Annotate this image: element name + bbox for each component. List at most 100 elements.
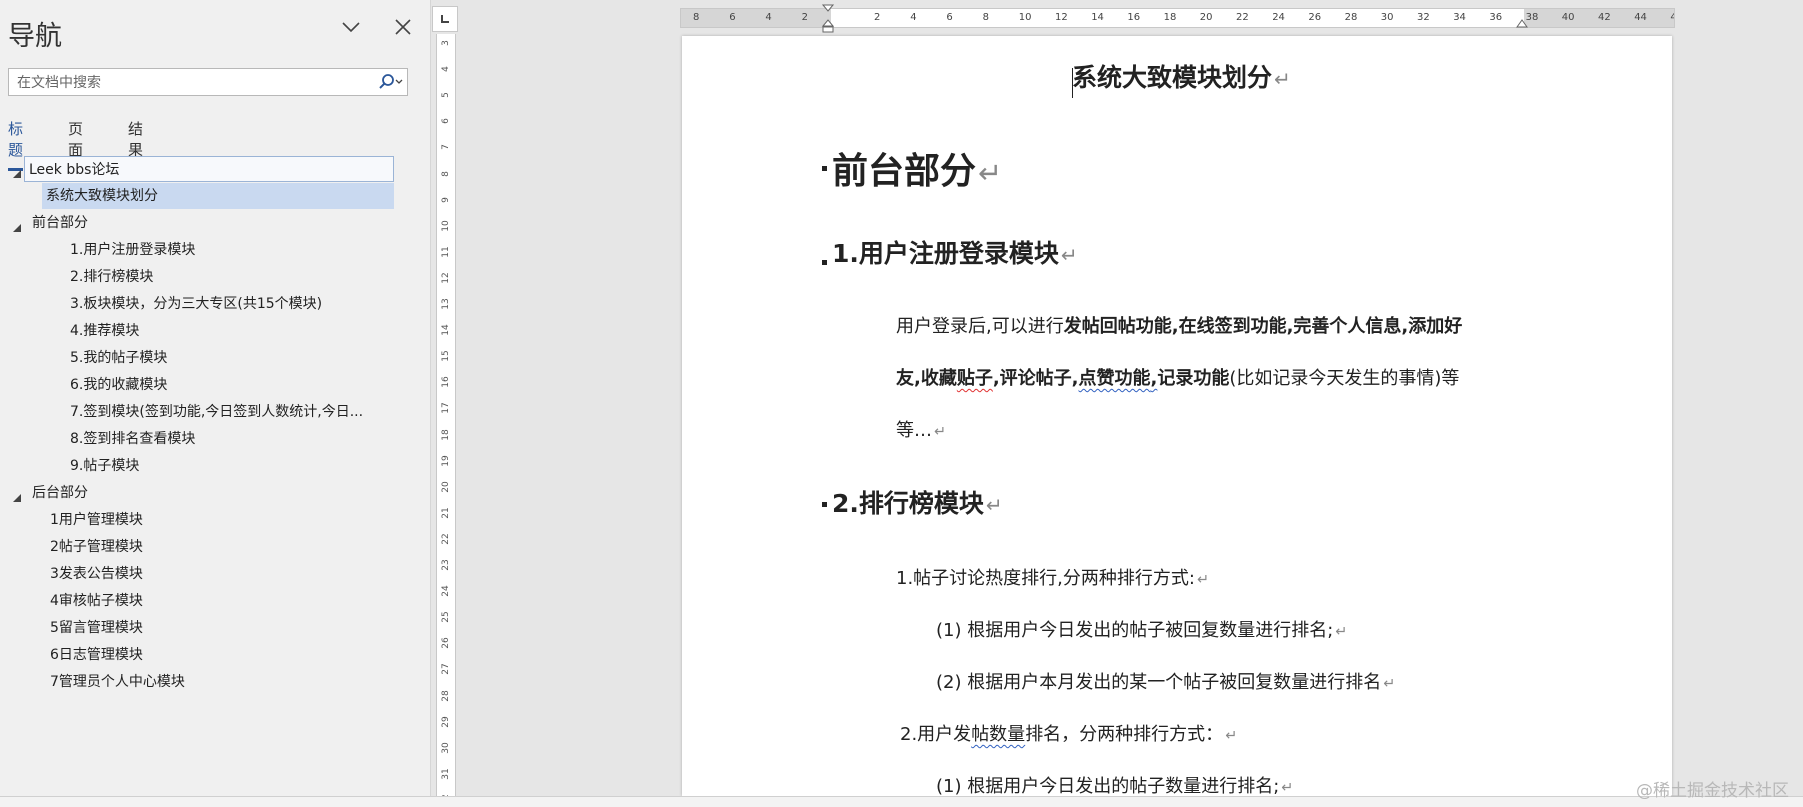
ruler-tick-label: 20: [1199, 12, 1213, 23]
paragraph-line: 等… ↵: [896, 420, 947, 441]
ruler-tick-label: 9: [441, 196, 451, 203]
ruler-tick-label: 31: [441, 768, 451, 780]
list-item: (1) 根据用户今日发出的帖子数量进行排名; ↵: [936, 776, 1294, 796]
ruler-tick-label: 34: [1453, 12, 1466, 23]
ruler-tick-label: 10: [441, 219, 451, 232]
ruler-tick-label: 11: [441, 246, 451, 258]
ruler-tick-label: 26: [1308, 12, 1322, 23]
ruler-tick-label: 28: [441, 689, 451, 702]
outline-item[interactable]: 2帖子管理模块: [46, 534, 400, 560]
ruler-tick-label: 22: [1236, 12, 1249, 23]
outline-item[interactable]: 5留言管理模块: [46, 615, 400, 641]
ruler-tick-label: 4: [910, 12, 917, 23]
ruler-tick-label: 6: [729, 12, 736, 23]
outline-item[interactable]: 3发表公告模块: [46, 561, 400, 587]
ruler-tick-label: 12: [1055, 12, 1068, 23]
chevron-down-icon[interactable]: [338, 14, 364, 40]
watermark: @稀土掘金技术社区: [1636, 781, 1789, 801]
outline-item[interactable]: 后台部分: [28, 480, 400, 506]
ruler-tick-label: 18: [441, 428, 451, 441]
ruler-tick-label: 36: [1489, 12, 1503, 23]
list-item: 1.帖子讨论热度排行,分两种排行方式: ↵: [896, 568, 1210, 589]
heading-bullet: [822, 166, 827, 171]
ruler-tick-label: 17: [441, 402, 451, 415]
ruler-tick-label: 20: [441, 480, 451, 493]
ruler-tick-label: 24: [1272, 12, 1285, 23]
triangle-expanded-icon[interactable]: [12, 488, 22, 502]
ruler-tick-label: 6: [441, 118, 451, 125]
right-indent-marker-icon[interactable]: [1516, 14, 1528, 28]
close-icon[interactable]: [390, 14, 416, 40]
section-heading-login: 1.用户注册登录模块 ↵: [832, 239, 1078, 268]
heading-bullet: [822, 502, 827, 507]
outline-item[interactable]: 2.排行榜模块: [66, 264, 400, 290]
outline-item[interactable]: 8.签到排名查看模块: [66, 426, 400, 452]
outline-item[interactable]: 前台部分: [28, 210, 400, 236]
outline-item[interactable]: 5.我的帖子模块: [66, 345, 400, 371]
ruler-tick-label: 14: [1091, 12, 1104, 23]
triangle-expanded-icon[interactable]: [12, 218, 22, 232]
outline-item[interactable]: 系统大致模块划分: [42, 183, 394, 209]
ruler-tick-label: 5: [441, 92, 451, 99]
outline-item[interactable]: 7.签到模块(签到功能,今日签到人数统计,今日...: [66, 399, 400, 425]
search-input[interactable]: [15, 71, 369, 95]
list-item: (1) 根据用户今日发出的帖子被回复数量进行排名; ↵: [936, 620, 1348, 641]
outline-item[interactable]: 7管理员个人中心模块: [46, 669, 400, 695]
ruler-tick-label: 21: [441, 507, 451, 519]
ruler-tick-label: 8: [693, 12, 700, 23]
ruler-tick-label: 42: [1598, 12, 1611, 23]
ruler-tick-label: 6: [946, 12, 953, 23]
search-box: [8, 68, 408, 96]
ruler-tick-label: 7: [441, 144, 451, 151]
ruler-tick-label: 19: [441, 454, 451, 467]
ruler-tick-label: 44: [1634, 12, 1647, 23]
ruler-tick-label: 2: [801, 12, 808, 23]
ruler-tick-label: 16: [441, 376, 451, 389]
outline-item[interactable]: 1.用户注册登录模块: [66, 237, 400, 263]
paragraph-line: 用户登录后,可以进行发帖回帖功能,在线签到功能,完善个人信息,添加好: [896, 316, 1463, 337]
ruler-tick-label: 3: [441, 40, 451, 46]
list-item: 2.用户发帖数量排名，分两种排行方式： ↵: [900, 724, 1238, 745]
status-bar: [0, 796, 1803, 807]
indent-marker-icon[interactable]: [821, 4, 835, 34]
ruler-tick-label: 27: [441, 663, 451, 676]
heading-bullet: [822, 260, 827, 265]
ruler-tick-label: 13: [441, 298, 451, 310]
outline-item[interactable]: 6日志管理模块: [46, 642, 400, 668]
ruler-tick-label: 30: [1380, 12, 1394, 23]
heading-frontend: 前台部分↵: [832, 151, 1003, 192]
left-margin-area: [681, 9, 831, 27]
ruler-tick-label: 8: [441, 170, 451, 177]
ruler-tick-label: 22: [441, 533, 451, 545]
outline-item[interactable]: 6.我的收藏模块: [66, 372, 400, 398]
ruler-tick-label: 8: [982, 12, 989, 23]
outline-item[interactable]: 4.推荐模块: [66, 318, 400, 344]
ruler-tick-label: 25: [441, 611, 451, 623]
list-item: (2) 根据用户本月发出的某一个帖子被回复数量进行排名 ↵: [936, 672, 1396, 693]
triangle-expanded-icon[interactable]: [12, 164, 22, 178]
navigation-pane: 导航 标题 页面 结果 Leek bbs论坛系统大致模块划分前台部分1.用户注册…: [0, 0, 431, 796]
outline-item[interactable]: 4审核帖子模块: [46, 588, 400, 614]
ruler-tick-label: 18: [1163, 12, 1177, 23]
ruler-tick-label: 40: [1561, 12, 1575, 23]
outline-item[interactable]: Leek bbs论坛: [24, 156, 394, 182]
search-icon[interactable]: [377, 73, 405, 93]
outline-item[interactable]: 1用户管理模块: [46, 507, 400, 533]
ruler-tick-label: 24: [441, 585, 451, 597]
ruler-tick-label: 29: [441, 715, 451, 728]
paragraph-line: 友,收藏贴子,评论帖子,点赞功能,记录功能(比如记录今天发生的事情)等: [896, 368, 1460, 389]
tab-stop-icon[interactable]: [432, 6, 458, 32]
vertical-ruler[interactable]: 3 4 5 6 7 8 9 10 11 12 13 14 15 16 17 18 19 20 21 22 23 24 25 2…: [436, 34, 456, 796]
section-heading-ranking: 2.排行榜模块 ↵: [832, 489, 1003, 518]
document-page[interactable]: 系统大致模块划分 ↵ 前台部分↵ 1.用户注册登录模块 ↵ 用户登录后,可以进行发帖…: [682, 36, 1672, 796]
ruler-tick-label: 16: [1127, 12, 1141, 23]
ruler-tick-label: 12: [441, 272, 451, 284]
ruler-tick-label: 14: [441, 324, 451, 336]
outline-item[interactable]: 9.帖子模块: [66, 453, 400, 479]
navigation-title: 导航: [8, 21, 62, 52]
ruler-tick-label: 30: [441, 741, 451, 754]
ruler-tick-label: 15: [441, 350, 451, 362]
ruler-tick-label: 26: [441, 637, 451, 650]
ruler-tick-label: 10: [1018, 12, 1032, 23]
outline-item[interactable]: 3.板块模块，分为三大专区(共15个模块): [66, 291, 400, 317]
